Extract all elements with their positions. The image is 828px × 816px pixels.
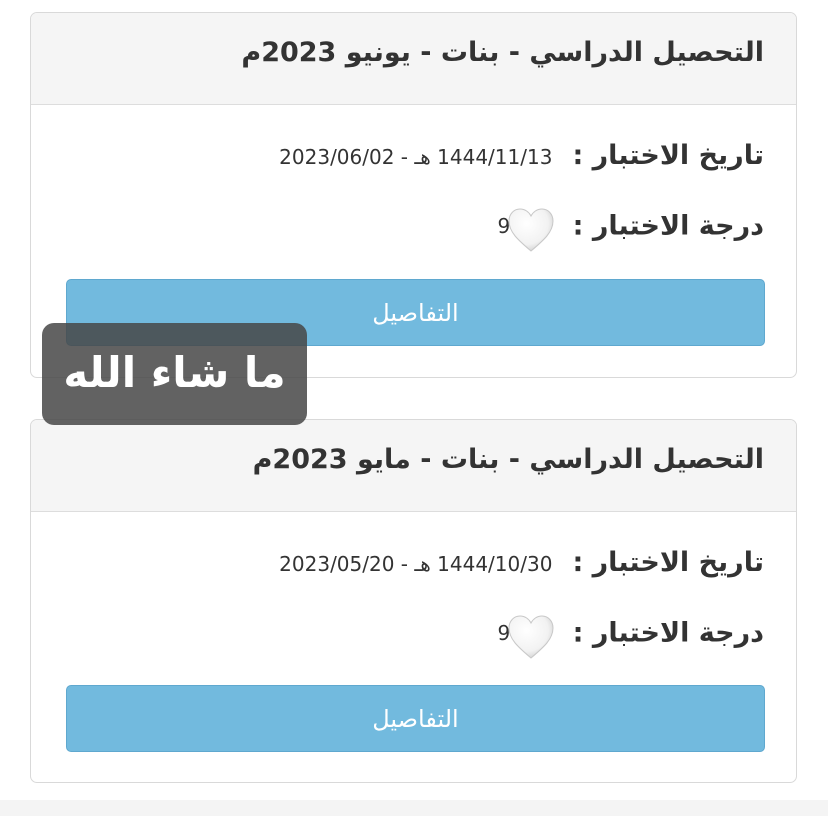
result-card: التحصيل الدراسي - بنات - مايو 2023م تاري… [30,419,797,783]
test-grade-row: درجة الاختبار : 9 [498,202,764,252]
test-date-label: تاريخ الاختبار : [572,140,764,171]
white-heart-icon [508,208,554,252]
grade-display: 9 [498,202,562,258]
test-grade-label: درجة الاختبار : [572,210,764,242]
white-heart-icon [508,615,554,659]
test-grade-label: درجة الاختبار : [572,617,764,649]
test-date-row: تاريخ الاختبار : 1444/11/13 هـ - 2023/06/… [279,134,764,178]
test-grade-row: درجة الاختبار : 9 [498,609,764,659]
test-date-value: 1444/10/30 هـ - 2023/05/20 [279,552,553,576]
details-button[interactable]: التفاصيل [66,685,765,752]
card-header: التحصيل الدراسي - بنات - يونيو 2023م [31,13,796,105]
test-date-label: تاريخ الاختبار : [572,547,764,578]
card-header: التحصيل الدراسي - بنات - مايو 2023م [31,420,796,512]
mashallah-sticker: ما شاء الله [42,323,307,425]
test-date-row: تاريخ الاختبار : 1444/10/30 هـ - 2023/05/… [279,541,764,585]
test-date-value: 1444/11/13 هـ - 2023/06/02 [279,145,553,169]
page-bottom-strip [0,800,828,816]
grade-display: 9 [498,609,562,665]
card-title: التحصيل الدراسي - بنات - يونيو 2023م [241,37,764,68]
card-title: التحصيل الدراسي - بنات - مايو 2023م [252,444,764,475]
